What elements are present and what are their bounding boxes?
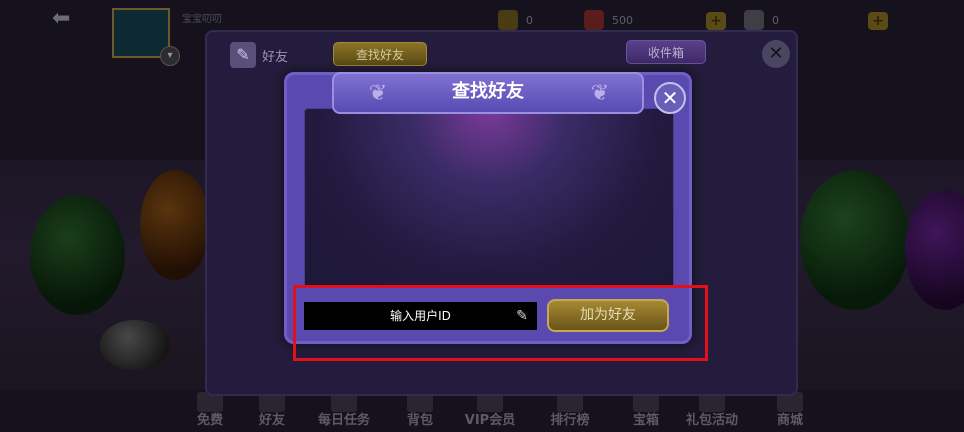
nav-vip[interactable]: VIP会员 bbox=[460, 392, 520, 432]
nav-label: 宝箱 bbox=[632, 413, 659, 428]
pencil-icon: ✎ bbox=[230, 42, 256, 68]
ball-orange bbox=[140, 170, 210, 280]
dialog-content-area bbox=[304, 108, 674, 288]
pencil-edit-icon: ✎ bbox=[516, 308, 528, 324]
nav-label: 商城 bbox=[776, 413, 803, 428]
trophy-count: 0 bbox=[526, 13, 533, 27]
coupon-icon bbox=[744, 10, 764, 30]
chips-count: 500 bbox=[612, 13, 633, 27]
nav-shop[interactable]: 商城 bbox=[760, 392, 820, 432]
ball-green-right bbox=[800, 170, 910, 310]
add-chips-button[interactable]: + bbox=[706, 12, 726, 30]
laurel-right-icon: ❦ bbox=[590, 81, 610, 106]
nav-label: 礼包活动 bbox=[685, 413, 738, 428]
friends-panel-close-button[interactable]: ✕ bbox=[762, 40, 790, 68]
chevron-down-icon[interactable]: ▾ bbox=[160, 46, 180, 66]
user-id-input[interactable] bbox=[304, 302, 537, 330]
tab-find-friends[interactable]: 查找好友 bbox=[333, 42, 427, 66]
player-name: 宝宝叨叨 bbox=[182, 14, 222, 25]
add-coupons-button[interactable]: + bbox=[868, 12, 888, 30]
trophy-icon bbox=[498, 10, 518, 30]
laurel-left-icon: ❦ bbox=[368, 81, 388, 106]
friends-panel-title: 好友 bbox=[262, 50, 289, 65]
ball-white bbox=[100, 320, 170, 370]
dialog-title: 查找好友 bbox=[452, 81, 524, 102]
nav-leaderboard[interactable]: 排行榜 bbox=[540, 392, 600, 432]
nav-label: 背包 bbox=[406, 413, 433, 428]
coupons-stat: 0 bbox=[744, 10, 779, 30]
nav-label: 每日任务 bbox=[317, 413, 370, 428]
bottom-nav: 免费 好友 每日任务 背包 VIP会员 排行榜 宝箱 礼包活动 商城 bbox=[180, 392, 820, 432]
add-friend-button[interactable]: 加为好友 bbox=[547, 299, 669, 332]
inbox-button[interactable]: 收件箱 bbox=[626, 40, 706, 64]
nav-label: 排行榜 bbox=[550, 413, 590, 428]
nav-free[interactable]: 免费 bbox=[180, 392, 240, 432]
nav-label: VIP会员 bbox=[464, 413, 516, 428]
chips-icon bbox=[584, 10, 604, 30]
back-arrow-icon[interactable]: ⬅ bbox=[52, 8, 82, 30]
dialog-close-button[interactable]: ✕ bbox=[654, 82, 686, 114]
nav-backpack[interactable]: 背包 bbox=[390, 392, 450, 432]
nav-daily-tasks[interactable]: 每日任务 bbox=[314, 392, 374, 432]
nav-friends[interactable]: 好友 bbox=[242, 392, 302, 432]
nav-treasure[interactable]: 宝箱 bbox=[616, 392, 676, 432]
coupon-count: 0 bbox=[772, 13, 779, 27]
chips-stat: 500 bbox=[584, 10, 633, 30]
nav-gift-events[interactable]: 礼包活动 bbox=[682, 392, 742, 432]
ball-green bbox=[30, 195, 125, 315]
trophy-stat: 0 bbox=[498, 10, 533, 30]
nav-label: 好友 bbox=[258, 413, 285, 428]
nav-label: 免费 bbox=[196, 413, 223, 428]
